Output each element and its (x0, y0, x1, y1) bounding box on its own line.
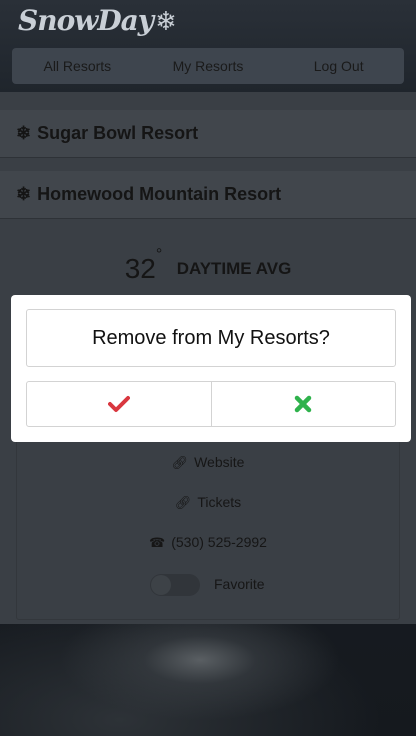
close-icon (295, 395, 312, 413)
cancel-button[interactable] (210, 382, 396, 426)
remove-confirm-modal: Remove from My Resorts? (11, 295, 411, 442)
modal-title: Remove from My Resorts? (26, 309, 396, 367)
confirm-button[interactable] (27, 382, 211, 426)
check-icon (107, 396, 130, 412)
modal-button-group (26, 381, 396, 427)
